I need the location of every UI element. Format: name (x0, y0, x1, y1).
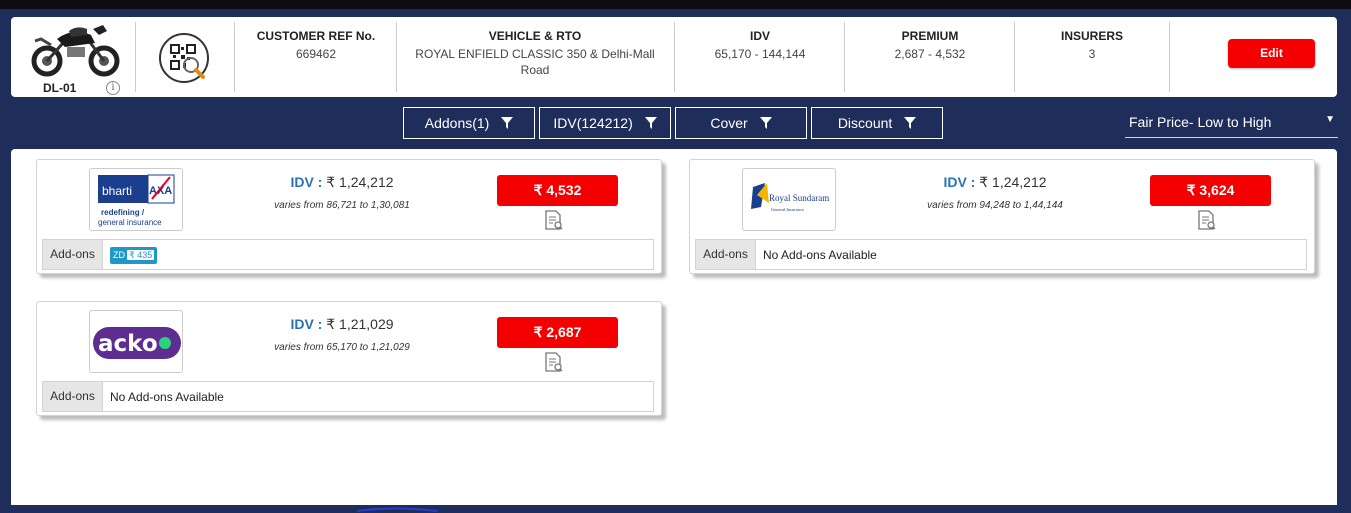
filter-addons-button[interactable]: Addons(1) (403, 107, 535, 139)
quote-summary-header: DL-01 i CUSTOMER REF No. 669462 VEHICLE … (11, 17, 1337, 97)
idv-title: IDV (749, 29, 770, 43)
idv-info: IDV : ₹ 1,24,212 (217, 174, 467, 191)
idv-range: varies from 86,721 to 1,30,081 (274, 200, 410, 211)
policy-document-icon[interactable] (1198, 210, 1216, 235)
premium-value: 2,687 - 4,532 (894, 47, 966, 61)
filter-idv-button[interactable]: IDV(124212) (539, 107, 671, 139)
royal-sundaram-logo: Royal Sundaram General Insurance (742, 168, 836, 231)
insurers-column: INSURERS 3 (1024, 29, 1160, 62)
divider (135, 22, 136, 92)
idv-info: IDV : ₹ 1,21,029 (217, 316, 467, 333)
bharti-tagline: redefining / (101, 208, 145, 217)
idv-info: IDV : ₹ 1,24,212 (870, 174, 1120, 191)
filter-icon (904, 109, 917, 139)
idv-label: IDV : (290, 174, 323, 190)
filter-icon (759, 109, 772, 139)
idv-label: IDV : (943, 174, 976, 190)
premium-column: PREMIUM 2,687 - 4,532 (854, 29, 1006, 62)
quote-card: acko IDV : ₹ 1,21,029 varies from 65,170… (36, 301, 662, 416)
bharti-axa-logo: bharti AXA redefining / general insuranc… (89, 168, 183, 231)
policy-document-icon[interactable] (545, 210, 563, 235)
vehicle-rto-column: VEHICLE & RTO ROYAL ENFIELD CLASSIC 350 … (409, 29, 661, 78)
idv-column: IDV 65,170 - 144,144 (684, 29, 836, 62)
premium-title: PREMIUM (901, 29, 959, 43)
customer-ref-value: 669462 (295, 47, 337, 61)
divider (234, 22, 235, 92)
axa-text: AXA (149, 185, 172, 197)
addons-text: No Add-ons Available (763, 248, 877, 262)
addons-row: Add-ons No Add-ons Available (695, 239, 1307, 270)
filter-addons-label: Addons(1) (424, 115, 490, 131)
addons-text: No Add-ons Available (110, 390, 224, 404)
idv-amount: ₹ 1,24,212 (326, 174, 394, 190)
idv-amount: ₹ 1,21,029 (326, 316, 394, 332)
addons-row: Add-ons ZD ₹ 435 (42, 239, 654, 270)
sort-dropdown[interactable]: Fair Price- Low to High ▼ (1125, 110, 1338, 138)
buy-price-button[interactable]: ₹ 2,687 (497, 317, 618, 348)
chevron-down-icon: ▼ (1325, 114, 1335, 125)
motorcycle-icon (31, 25, 120, 77)
divider (844, 22, 845, 92)
pen-annotation (356, 507, 438, 512)
filter-icon (644, 109, 657, 139)
vehicle-code: DL-01 (43, 81, 77, 95)
addon-amount: ₹ 435 (127, 250, 155, 260)
policy-document-icon[interactable] (545, 352, 563, 377)
idv-amount: ₹ 1,24,212 (979, 174, 1047, 190)
customer-ref-column: CUSTOMER REF No. 669462 (244, 29, 388, 62)
filter-idv-label: IDV(124212) (553, 115, 633, 131)
filter-cover-label: Cover (710, 115, 748, 131)
quotes-panel: bharti AXA redefining / general insuranc… (11, 149, 1337, 505)
filter-cover-button[interactable]: Cover (675, 107, 807, 139)
insurers-title: INSURERS (1060, 29, 1123, 43)
idv-range: varies from 94,248 to 1,44,144 (927, 200, 1063, 211)
addons-row: Add-ons No Add-ons Available (42, 381, 654, 412)
bharti-text: bharti (102, 184, 132, 198)
idv-label: IDV : (290, 316, 323, 332)
acko-text: acko (98, 331, 158, 357)
divider (674, 22, 675, 92)
window-top-strip (0, 0, 1351, 9)
qr-magnifier-icon (170, 44, 205, 79)
info-icon[interactable]: i (106, 81, 120, 95)
idv-range: varies from 65,170 to 1,21,029 (274, 342, 410, 353)
addons-label: Add-ons (43, 240, 103, 269)
buy-price-button[interactable]: ₹ 4,532 (497, 175, 618, 206)
buy-price-button[interactable]: ₹ 3,624 (1150, 175, 1271, 206)
royal-sundaram-text: Royal Sundaram (769, 193, 829, 203)
bharti-tagline-2: general insurance (98, 218, 162, 227)
filter-discount-label: Discount (837, 115, 893, 131)
acko-logo: acko (89, 310, 183, 373)
royal-sundaram-tagline: General Insurance (771, 207, 804, 212)
filter-icon (501, 109, 514, 139)
vehicle-rto-value: ROYAL ENFIELD CLASSIC 350 & Delhi-Mall R… (415, 47, 655, 77)
edit-button[interactable]: Edit (1228, 39, 1315, 68)
idv-value: 65,170 - 144,144 (714, 47, 806, 61)
quote-card: bharti AXA redefining / general insuranc… (36, 159, 662, 274)
divider (1169, 22, 1170, 92)
sort-selected-value: Fair Price- Low to High (1129, 114, 1272, 130)
insurers-value: 3 (1088, 47, 1096, 61)
addons-label: Add-ons (696, 240, 756, 269)
vehicle-rto-title: VEHICLE & RTO (488, 29, 582, 43)
addon-code: ZD (113, 250, 125, 260)
quote-card: Royal Sundaram General Insurance IDV : ₹… (689, 159, 1315, 274)
qr-search-button[interactable] (159, 33, 209, 83)
zero-depreciation-badge[interactable]: ZD ₹ 435 (110, 247, 158, 264)
filter-discount-button[interactable]: Discount (811, 107, 943, 139)
divider (396, 22, 397, 92)
customer-ref-title: CUSTOMER REF No. (256, 29, 376, 43)
addons-label: Add-ons (43, 382, 103, 411)
divider (1014, 22, 1015, 92)
